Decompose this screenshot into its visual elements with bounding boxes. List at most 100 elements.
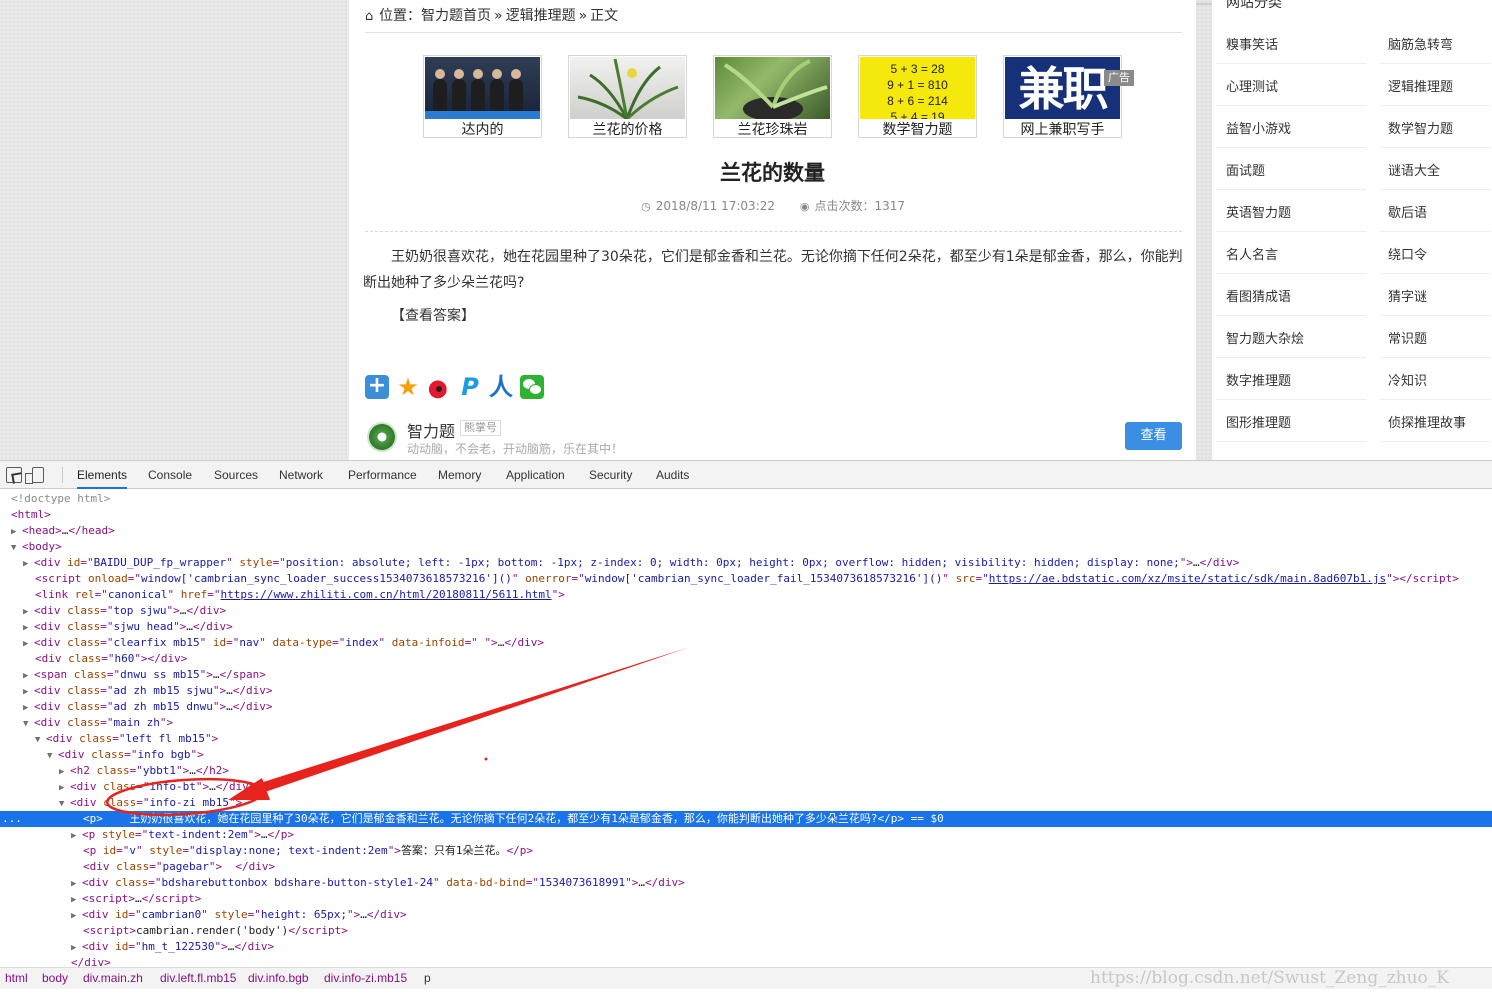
view-answer-button[interactable]: 【查看答案】 bbox=[391, 305, 475, 325]
category-link[interactable]: 心理测试 bbox=[1226, 76, 1278, 95]
dom-breadcrumb[interactable]: div.info-zi.mb15 bbox=[324, 971, 407, 985]
dom-breadcrumb[interactable]: div.left.fl.mb15 bbox=[160, 971, 236, 985]
dom-node[interactable]: ▶ <head>…</head> bbox=[0, 523, 1492, 539]
avatar[interactable] bbox=[367, 422, 397, 452]
category-link[interactable]: 名人名言 bbox=[1226, 244, 1278, 263]
inspect-element-icon[interactable] bbox=[6, 467, 22, 483]
eye-icon: ◉ bbox=[799, 200, 810, 213]
pinterest-icon[interactable]: P bbox=[458, 375, 482, 399]
category-link[interactable]: 常识题 bbox=[1388, 328, 1427, 347]
category-link[interactable]: 智力题大杂烩 bbox=[1226, 328, 1304, 347]
dom-node[interactable]: ▶ <div class="sjwu head">…</div> bbox=[0, 619, 1492, 635]
weibo-icon[interactable] bbox=[427, 375, 451, 399]
view-button[interactable]: 查看 bbox=[1125, 422, 1182, 450]
dom-node[interactable]: ▶ <div class="clearfix mb15" id="nav" dat… bbox=[0, 635, 1492, 651]
device-toolbar-icon[interactable] bbox=[25, 467, 44, 484]
dom-node[interactable]: <!doctype html> bbox=[0, 491, 1492, 507]
devtools-breadcrumb-bar: html body div.main.zh div.left.fl.mb15 d… bbox=[0, 967, 1492, 989]
dom-node[interactable]: ▼ <body> bbox=[0, 539, 1492, 555]
thumbnail-card[interactable]: 兰花珍珠岩 bbox=[713, 55, 832, 138]
dom-node[interactable]: <link rel="canonical" href="https://www.… bbox=[0, 587, 1492, 603]
dom-node[interactable]: </div> bbox=[0, 955, 1492, 967]
category-link[interactable]: 数学智力题 bbox=[1388, 118, 1453, 137]
thumbnail-card[interactable]: 达内的 bbox=[423, 55, 542, 138]
dom-node[interactable]: ▶ <div class="ad zh mb15 sjwu">…</div> bbox=[0, 683, 1492, 699]
category-link[interactable]: 数字推理题 bbox=[1226, 370, 1291, 389]
tab-application[interactable]: Application bbox=[506, 461, 565, 489]
tab-audits[interactable]: Audits bbox=[656, 461, 689, 489]
category-link[interactable]: 看图猜成语 bbox=[1226, 286, 1291, 305]
dom-node[interactable]: ▼ <div class="main zh"> bbox=[0, 715, 1492, 731]
dom-node[interactable]: <div class="h60"></div> bbox=[0, 651, 1492, 667]
dom-node[interactable]: ▶ <div class="info-bt">…</div> bbox=[0, 779, 1492, 795]
dom-breadcrumb[interactable]: html bbox=[5, 971, 28, 985]
category-link[interactable]: 益智小游戏 bbox=[1226, 118, 1291, 137]
question-text: 王奶奶很喜欢花，她在花园里种了30朵花，它们是郁金香和兰花。无论你摘下任何2朵花… bbox=[363, 249, 1183, 291]
category-row: 英语智力题 歇后语 bbox=[1216, 190, 1490, 232]
devtools-tabbar: Elements Console Sources Network Perform… bbox=[0, 461, 1492, 489]
renren-icon[interactable]: 人 bbox=[489, 375, 513, 399]
math-line: 5 + 3 = 28 bbox=[890, 62, 945, 76]
dom-node[interactable]: ▼ <div class="info-zi mb15"> bbox=[0, 795, 1492, 811]
tab-network[interactable]: Network bbox=[279, 461, 323, 489]
category-link[interactable]: 逻辑推理题 bbox=[1388, 76, 1453, 95]
category-link[interactable]: 歇后语 bbox=[1388, 202, 1427, 221]
dom-node[interactable]: ▶ <div class="ad zh mb15 dnwu">…</div> bbox=[0, 699, 1492, 715]
thumbnail-caption: 网上兼职写手 bbox=[1020, 122, 1105, 138]
category-link[interactable]: 绕口令 bbox=[1388, 244, 1427, 263]
tab-sources[interactable]: Sources bbox=[214, 461, 258, 489]
category-link[interactable]: 图形推理题 bbox=[1226, 412, 1291, 431]
divider bbox=[365, 32, 1182, 33]
dom-node[interactable]: <html> bbox=[0, 507, 1492, 523]
thumbnail-card[interactable]: 5 + 3 = 28 9 + 1 = 810 8 + 6 = 214 5 + 4… bbox=[858, 55, 977, 138]
dom-node[interactable]: ▶ <div id="hm_t_122530">…</div> bbox=[0, 939, 1492, 955]
dom-node[interactable]: ▼ <div class="left fl mb15"> bbox=[0, 731, 1492, 747]
dom-node[interactable]: <p id="v" style="display:none; text-inde… bbox=[0, 843, 1492, 859]
thumbnail-card[interactable]: 兼职 网上兼职写手 bbox=[1003, 55, 1122, 138]
category-link[interactable]: 面试题 bbox=[1226, 160, 1265, 179]
category-link[interactable]: 猜字谜 bbox=[1388, 286, 1427, 305]
dom-node[interactable]: ▼ <div class="info bgb"> bbox=[0, 747, 1492, 763]
dom-node-selected[interactable]: ... <p> 王奶奶很喜欢花，她在花园里种了30朵花，它们是郁金香和兰花。无论你… bbox=[0, 811, 1492, 827]
math-line: 5 + 4 = 19 bbox=[890, 110, 945, 119]
dom-breadcrumb-current[interactable]: p bbox=[424, 971, 431, 985]
dom-node[interactable]: ▶ <div id="BAIDU_DUP_fp_wrapper" style="p… bbox=[0, 555, 1492, 571]
dom-node[interactable]: <script>cambrian.render('body')</script> bbox=[0, 923, 1492, 939]
dom-node[interactable]: <script onload="window['cambrian_sync_lo… bbox=[0, 571, 1492, 587]
share-plus-icon[interactable]: + bbox=[365, 375, 389, 399]
dom-node[interactable]: ▶ <div class="top sjwu">…</div> bbox=[0, 603, 1492, 619]
category-link[interactable]: 谜语大全 bbox=[1388, 160, 1440, 179]
favorite-star-icon[interactable]: ★ bbox=[396, 375, 420, 399]
breadcrumb-category-link[interactable]: 逻辑推理题 bbox=[506, 8, 576, 24]
category-link[interactable]: 糗事笑话 bbox=[1226, 34, 1278, 53]
category-link[interactable]: 脑筋急转弯 bbox=[1388, 34, 1453, 53]
category-link[interactable]: 英语智力题 bbox=[1226, 202, 1291, 221]
dom-tree[interactable]: <!doctype html> <html> ▶ <head>…</head> ▼… bbox=[0, 491, 1492, 967]
dom-node[interactable]: ▶ <script>…</script> bbox=[0, 891, 1492, 907]
thumbnail-card[interactable]: 兰花的价格 bbox=[568, 55, 687, 138]
category-row: 糗事笑话 脑筋急转弯 bbox=[1216, 22, 1490, 64]
tab-elements[interactable]: Elements bbox=[77, 461, 128, 489]
dom-node[interactable]: ▶ <h2 class="ybbt1">…</h2> bbox=[0, 763, 1492, 779]
tab-security[interactable]: Security bbox=[589, 461, 632, 489]
wechat-icon[interactable] bbox=[520, 375, 544, 399]
home-icon: ⌂ bbox=[365, 9, 374, 24]
author-name[interactable]: 智力题 bbox=[407, 418, 455, 442]
tab-console[interactable]: Console bbox=[148, 461, 192, 489]
dom-node[interactable]: ▶ <div class="bdsharebuttonbox bdshare-bu… bbox=[0, 875, 1492, 891]
author-description: 动动脑，不会老，开动脑筋，乐在其中！ bbox=[407, 442, 624, 456]
breadcrumb-home-link[interactable]: 智力题首页 bbox=[421, 8, 491, 24]
dom-breadcrumb[interactable]: div.main.zh bbox=[83, 971, 143, 985]
category-link[interactable]: 侦探推理故事 bbox=[1388, 412, 1466, 431]
tab-memory[interactable]: Memory bbox=[438, 461, 481, 489]
dom-node[interactable]: ▶ <span class="dnwu ss mb15">…</span> bbox=[0, 667, 1492, 683]
dom-breadcrumb[interactable]: div.info.bgb bbox=[248, 971, 309, 985]
thumbnail-caption: 兰花的价格 bbox=[592, 122, 663, 138]
thumbnail-caption: 兰花珍珠岩 bbox=[737, 122, 808, 138]
dom-breadcrumb[interactable]: body bbox=[42, 971, 68, 985]
tab-performance[interactable]: Performance bbox=[348, 461, 417, 489]
dom-node[interactable]: ▶ <p style="text-indent:2em">…</p> bbox=[0, 827, 1492, 843]
dom-node[interactable]: <div class="pagebar"> </div> bbox=[0, 859, 1492, 875]
category-link[interactable]: 冷知识 bbox=[1388, 370, 1427, 389]
dom-node[interactable]: ▶ <div id="cambrian0" style="height: 65px… bbox=[0, 907, 1492, 923]
